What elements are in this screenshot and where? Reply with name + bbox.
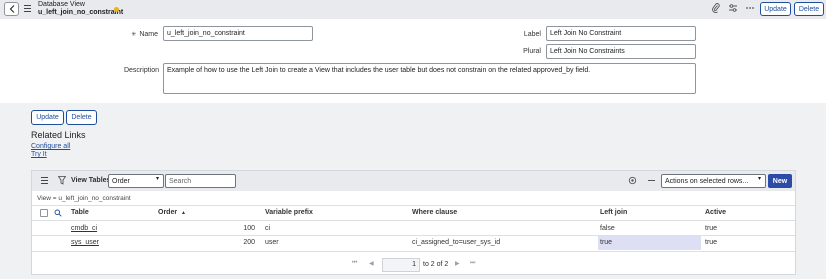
record-name: u_left_join_no_constraint — [38, 9, 124, 16]
configure-all-link[interactable]: Configure all — [31, 143, 70, 150]
header-delete-button[interactable]: Delete — [794, 2, 824, 16]
list-title: View Tables — [71, 177, 111, 184]
order-cell: 200 — [243, 239, 255, 246]
column-header-prefix[interactable]: Variable prefix — [265, 209, 313, 216]
prefix-cell: ci — [265, 225, 271, 232]
back-button[interactable] — [4, 2, 19, 16]
mandatory-icon: ✳ — [131, 32, 137, 38]
paperclip-icon[interactable] — [711, 3, 721, 15]
context-menu-icon[interactable] — [24, 5, 31, 12]
delete-button[interactable]: Delete — [66, 110, 97, 125]
view-tables-list: View Tables Order ▾ Search Actions on se… — [31, 170, 796, 275]
breadcrumb[interactable]: View = u_left_join_no_constraint — [37, 195, 131, 202]
filter-icon[interactable] — [57, 176, 67, 187]
more-options-icon[interactable] — [745, 3, 755, 15]
divider — [32, 220, 795, 221]
page-input[interactable]: 1 — [382, 258, 420, 272]
column-header-table[interactable]: Table — [71, 209, 89, 216]
selected-cell-highlight — [598, 236, 701, 250]
search-field-value: Order — [112, 177, 130, 185]
search-icon[interactable] — [54, 209, 62, 219]
plural-label: Plural — [523, 48, 541, 55]
search-input[interactable]: Search — [165, 174, 236, 188]
caret-down-icon: ▾ — [757, 176, 761, 182]
column-header-order[interactable]: Order ▲ — [158, 209, 186, 216]
table-link[interactable]: cmdb_ci — [71, 225, 97, 232]
table-link[interactable]: sys_user — [71, 239, 99, 246]
header-update-button[interactable]: Update — [760, 2, 791, 16]
description-field[interactable]: Example of how to use the Left Join to c… — [163, 63, 696, 94]
order-cell: 100 — [243, 225, 255, 232]
next-page-icon[interactable]: ▶ — [455, 260, 460, 267]
collapse-icon[interactable] — [648, 180, 655, 181]
last-page-icon[interactable]: ⏭ — [470, 260, 475, 267]
prefix-cell: user — [265, 239, 279, 246]
sort-ascending-icon: ▲ — [181, 210, 186, 216]
plural-field[interactable]: Left Join No Constraints — [546, 44, 696, 59]
select-all-checkbox[interactable] — [40, 209, 48, 217]
form-header: Database View u_left_join_no_constraint … — [0, 0, 826, 19]
where-cell: ci_assigned_to=user_sys_id — [412, 239, 501, 246]
list-menu-icon[interactable] — [41, 177, 48, 184]
column-header-where[interactable]: Where clause — [412, 209, 457, 216]
first-page-icon[interactable]: ⏮ — [352, 260, 357, 267]
description-label: Description — [123, 67, 159, 74]
active-cell: true — [705, 225, 718, 232]
update-button[interactable]: Update — [31, 110, 64, 125]
list-settings-icon[interactable] — [628, 176, 637, 187]
pagination: ⏮ ◀ 1 to 2 of 2 ▶ ⏭ — [32, 255, 795, 275]
label-field[interactable]: Left Join No Constraint — [546, 26, 696, 41]
divider — [32, 251, 795, 252]
label-label: Label — [523, 31, 541, 38]
left-join-cell[interactable]: true — [600, 239, 612, 246]
column-header-active[interactable]: Active — [705, 209, 726, 216]
record-type: Database View — [38, 1, 85, 8]
related-links-title: Related Links — [31, 130, 86, 140]
actions-select-value: Actions on selected rows... — [665, 177, 749, 185]
divider — [32, 205, 795, 206]
left-join-cell: false — [600, 225, 615, 232]
page-count: to 2 of 2 — [423, 261, 449, 268]
name-label: ✳ Name — [131, 31, 158, 38]
active-cell: true — [705, 239, 718, 246]
actions-select[interactable]: Actions on selected rows... ▾ — [661, 174, 766, 188]
column-header-left-join[interactable]: Left join — [600, 209, 627, 216]
name-field[interactable]: u_left_join_no_constraint — [163, 26, 313, 41]
new-button[interactable]: New — [768, 174, 792, 188]
unsaved-indicator — [114, 7, 119, 12]
caret-down-icon: ▾ — [155, 176, 159, 182]
search-field-select[interactable]: Order ▾ — [108, 174, 164, 188]
list-toolbar: View Tables Order ▾ Search Actions on se… — [32, 171, 795, 191]
try-it-link[interactable]: Try It — [31, 151, 47, 158]
chevron-left-icon — [9, 5, 14, 13]
column-header-order-label: Order — [158, 209, 178, 216]
settings-sliders-icon[interactable] — [728, 3, 738, 15]
previous-page-icon[interactable]: ◀ — [369, 260, 374, 267]
